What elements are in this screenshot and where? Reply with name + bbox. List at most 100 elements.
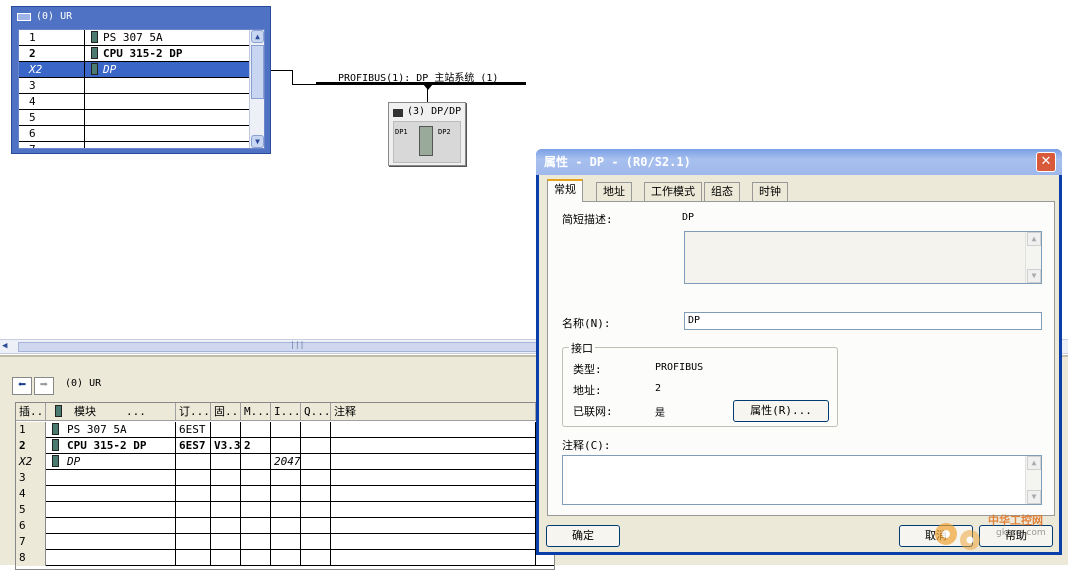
table-cell[interactable] [46,502,176,518]
table-cell[interactable] [46,470,176,486]
column-header[interactable]: I... [271,403,301,421]
table-cell[interactable] [301,454,331,470]
module-table[interactable]: 插...模块...订...固...M...I...Q...注释1PS 307 5… [15,402,555,570]
table-row[interactable]: 4 [16,486,554,502]
rack-slot-row[interactable]: X2 DP [19,62,251,78]
comment-textarea[interactable]: ▲ ▼ [562,455,1042,505]
table-cell[interactable] [331,470,536,486]
table-cell[interactable] [241,518,271,534]
table-cell[interactable]: 1 [16,422,46,438]
tab-operating-mode[interactable]: 工作模式 [644,182,702,201]
table-cell[interactable]: 6ES7 [176,438,211,454]
table-cell[interactable]: PS 307 5A [46,422,176,438]
back-arrow-icon[interactable]: ⬅ [12,377,32,395]
table-cell[interactable] [271,470,301,486]
table-cell[interactable] [176,518,211,534]
column-header[interactable]: 注释 [331,403,536,421]
dp-slave-station[interactable]: (3) DP/DP DP1 DP2 [388,102,466,166]
rack-slot-row[interactable]: 6 [19,126,251,142]
rack-slot-row[interactable]: 5 [19,110,251,126]
table-row[interactable]: 3 [16,470,554,486]
rack-scrollbar[interactable]: ▲ ▼ [249,30,264,148]
scroll-down-icon[interactable]: ▼ [1027,269,1041,283]
table-row[interactable]: 6 [16,518,554,534]
table-cell[interactable]: X2 [16,454,46,470]
table-cell[interactable]: 2047* [271,454,301,470]
table-cell[interactable] [211,422,241,438]
table-cell[interactable] [301,534,331,550]
table-cell[interactable]: 2 [16,438,46,454]
table-cell[interactable] [301,550,331,566]
table-cell[interactable] [241,486,271,502]
table-cell[interactable] [176,470,211,486]
scroll-down-icon[interactable]: ▼ [1027,490,1041,504]
table-cell[interactable] [301,518,331,534]
scroll-down-icon[interactable]: ▼ [251,135,264,148]
table-cell[interactable] [211,550,241,566]
table-cell[interactable] [271,550,301,566]
table-row[interactable]: X2 DP 2047* [16,454,554,470]
table-cell[interactable]: 5 [16,502,46,518]
column-header[interactable]: 固... [211,403,241,421]
table-cell[interactable] [211,454,241,470]
table-cell[interactable] [271,422,301,438]
table-cell[interactable] [301,486,331,502]
rack-window[interactable]: (0) UR 76543X2 DP 2 CPU 315-2 DP 1 PS 307 5A … [11,6,271,154]
table-cell[interactable] [331,502,536,518]
table-cell[interactable] [331,486,536,502]
rack-slot-row[interactable]: 1 PS 307 5A [19,30,251,46]
rack-title-bar[interactable]: (0) UR [14,9,268,25]
table-cell[interactable] [211,470,241,486]
rack-slot-table[interactable]: 76543X2 DP 2 CPU 315-2 DP 1 PS 307 5A ▲ ▼ [18,29,265,149]
table-cell[interactable]: CPU 315-2 DP [46,438,176,454]
table-cell[interactable] [241,534,271,550]
tab-clock[interactable]: 时钟 [752,182,788,201]
table-cell[interactable]: 3 [16,470,46,486]
table-cell[interactable] [241,422,271,438]
tab-address[interactable]: 地址 [596,182,632,201]
table-cell[interactable] [271,438,301,454]
table-cell[interactable] [46,534,176,550]
table-cell[interactable]: 2 [241,438,271,454]
scroll-up-icon[interactable]: ▲ [1027,232,1041,246]
table-cell[interactable] [271,502,301,518]
column-header[interactable]: 订... [176,403,211,421]
table-cell[interactable] [46,550,176,566]
table-cell[interactable] [241,502,271,518]
table-cell[interactable] [211,518,241,534]
scroll-left-icon[interactable]: ◀ [2,341,15,353]
table-cell[interactable]: 7 [16,534,46,550]
table-cell[interactable] [271,518,301,534]
scroll-thumb[interactable] [18,342,538,352]
rack-slot-row[interactable]: 7 [19,142,251,148]
table-cell[interactable] [301,502,331,518]
table-cell[interactable] [331,422,536,438]
table-cell[interactable] [176,534,211,550]
table-cell[interactable] [176,502,211,518]
table-cell[interactable] [176,486,211,502]
table-cell[interactable] [241,454,271,470]
description-scrollbar[interactable]: ▲ ▼ [1025,232,1041,283]
column-header[interactable]: 模块... [46,403,176,421]
description-textarea[interactable]: ▲ ▼ [684,231,1042,284]
dialog-title-bar[interactable]: 属性 - DP - (R0/S2.1) [536,149,1062,175]
table-cell[interactable] [46,486,176,502]
scroll-up-icon[interactable]: ▲ [251,30,264,43]
table-row[interactable]: 7 [16,534,554,550]
scroll-up-icon[interactable]: ▲ [1027,456,1041,470]
column-header[interactable]: M... [241,403,271,421]
table-row[interactable]: 1 PS 307 5A 6EST 3 [16,422,554,438]
table-cell[interactable]: 4 [16,486,46,502]
properties-dialog[interactable]: 属性 - DP - (R0/S2.1) ✕ 常规 地址 工作模式 组态 时钟 简… [536,149,1062,555]
table-row[interactable]: 8 [16,550,554,566]
table-cell[interactable] [211,534,241,550]
table-cell[interactable] [211,502,241,518]
column-header[interactable]: 插... [16,403,46,421]
interface-properties-button[interactable]: 属性(R)... [733,400,829,422]
table-cell[interactable] [271,534,301,550]
table-cell[interactable] [241,550,271,566]
table-cell[interactable] [331,454,536,470]
ok-button[interactable]: 确定 [546,525,620,547]
table-cell[interactable]: DP [46,454,176,470]
rack-slot-row[interactable]: 4 [19,94,251,110]
